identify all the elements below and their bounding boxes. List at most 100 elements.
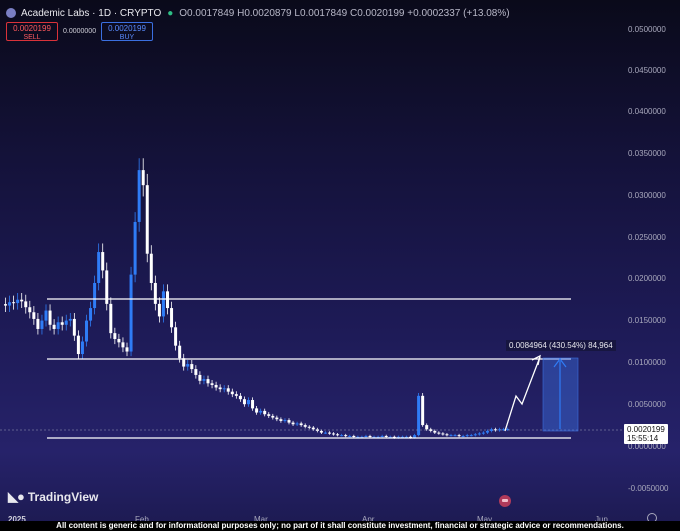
- candle-body: [85, 320, 88, 342]
- candle-body: [230, 391, 234, 395]
- projection-label: 0.0084964 (430.54%) 84,964: [506, 340, 616, 351]
- y-tick: 0.0400000: [628, 107, 666, 116]
- y-tick: 0.0050000: [628, 400, 666, 409]
- y-tick: 0.0350000: [628, 149, 666, 158]
- candle-body: [117, 338, 121, 343]
- price-chart[interactable]: [0, 0, 680, 531]
- candle-body: [481, 432, 485, 434]
- projected-path: [504, 356, 541, 432]
- candle-body: [307, 426, 311, 428]
- candle-body: [89, 308, 93, 321]
- candle-body: [368, 435, 372, 437]
- candle-body: [170, 308, 174, 328]
- current-price-tag: 0.0020199 15:55:14: [624, 424, 668, 444]
- candle-body: [40, 320, 44, 329]
- candle-body: [238, 395, 242, 400]
- candle-body: [251, 400, 255, 409]
- candle-body: [178, 345, 182, 359]
- candle-body: [149, 253, 153, 283]
- candle-body: [202, 379, 206, 381]
- candle-body: [8, 302, 12, 306]
- candle-body: [441, 433, 445, 435]
- y-tick: 0.0250000: [628, 233, 666, 242]
- brand-name: TradingView: [27, 490, 99, 504]
- candle-body: [449, 435, 453, 437]
- candle-body: [417, 395, 421, 436]
- candle-body: [32, 312, 36, 319]
- candle-body: [20, 299, 24, 302]
- candle-body: [311, 427, 315, 430]
- y-tick: 0.0100000: [628, 358, 666, 367]
- candle-body: [457, 435, 461, 437]
- candle-body: [461, 435, 465, 437]
- candle-body: [287, 420, 291, 423]
- spread-value: 0.0000000: [63, 28, 97, 35]
- candle-body: [198, 374, 202, 381]
- candle-body: [283, 420, 287, 422]
- candle-body: [234, 394, 238, 396]
- candle-body: [344, 435, 348, 437]
- candle-body: [4, 304, 7, 306]
- candle-body: [255, 408, 259, 413]
- buy-label: BUY: [119, 34, 135, 41]
- candle-body: [113, 333, 117, 339]
- candle-body: [174, 327, 178, 346]
- candle-body: [210, 383, 214, 385]
- candle-body: [469, 435, 473, 437]
- y-tick: -0.0050000: [628, 484, 669, 493]
- candle-body: [453, 435, 457, 437]
- coin-icon: [6, 8, 16, 18]
- market-status-dot: ●: [167, 7, 174, 19]
- y-tick: 0.0450000: [628, 66, 666, 75]
- y-tick: 0.0200000: [628, 274, 666, 283]
- projected-path-head: [531, 354, 541, 366]
- candle-body: [222, 388, 226, 390]
- candle-body: [295, 423, 299, 425]
- candle-body: [247, 400, 250, 405]
- candle-body: [133, 221, 137, 275]
- candle-body: [437, 432, 441, 434]
- candle-body: [145, 185, 149, 254]
- buy-button[interactable]: 0.0020199 BUY: [101, 22, 153, 41]
- candle-body: [259, 410, 263, 413]
- candle-body: [12, 302, 16, 304]
- candle-body: [485, 430, 489, 433]
- candle-body: [291, 422, 295, 425]
- earnings-event-icon[interactable]: [499, 495, 511, 507]
- buy-price: 0.0020199: [108, 24, 146, 33]
- candle-body: [271, 415, 275, 418]
- candle-body: [226, 388, 230, 392]
- sell-button[interactable]: 0.0020199 SELL: [6, 22, 58, 41]
- candle-body: [166, 291, 169, 309]
- candle-body: [24, 301, 28, 308]
- candle-body: [328, 432, 331, 434]
- candle-body: [68, 318, 72, 321]
- candle-body: [473, 434, 477, 436]
- tradingview-mark-icon: ◣●: [8, 489, 25, 504]
- symbol-title[interactable]: Academic Labs · 1D · CRYPTO: [21, 8, 161, 19]
- candle-body: [125, 347, 129, 352]
- tradingview-logo[interactable]: ◣● TradingView: [8, 489, 98, 505]
- sell-label: SELL: [23, 34, 41, 41]
- candle-body: [186, 364, 190, 367]
- candle-body: [80, 341, 84, 355]
- candle-body: [109, 303, 113, 334]
- candle-body: [348, 435, 352, 437]
- candle-body: [445, 434, 449, 436]
- candle-body: [380, 435, 384, 437]
- candle-body: [97, 252, 101, 283]
- candle-body: [465, 435, 469, 437]
- candle-body: [72, 318, 76, 336]
- bar-countdown: 15:55:14: [627, 434, 659, 443]
- candle-body: [332, 433, 336, 435]
- candle-body: [263, 410, 267, 415]
- candle-body: [242, 399, 246, 405]
- candle-body: [64, 320, 68, 325]
- candle-body: [384, 435, 388, 437]
- candle-body: [421, 395, 425, 426]
- candle-body: [218, 387, 222, 390]
- candle-body: [214, 384, 218, 388]
- current-price: 0.0020199: [627, 425, 665, 434]
- candle-body: [477, 433, 481, 435]
- candle-body: [299, 423, 303, 426]
